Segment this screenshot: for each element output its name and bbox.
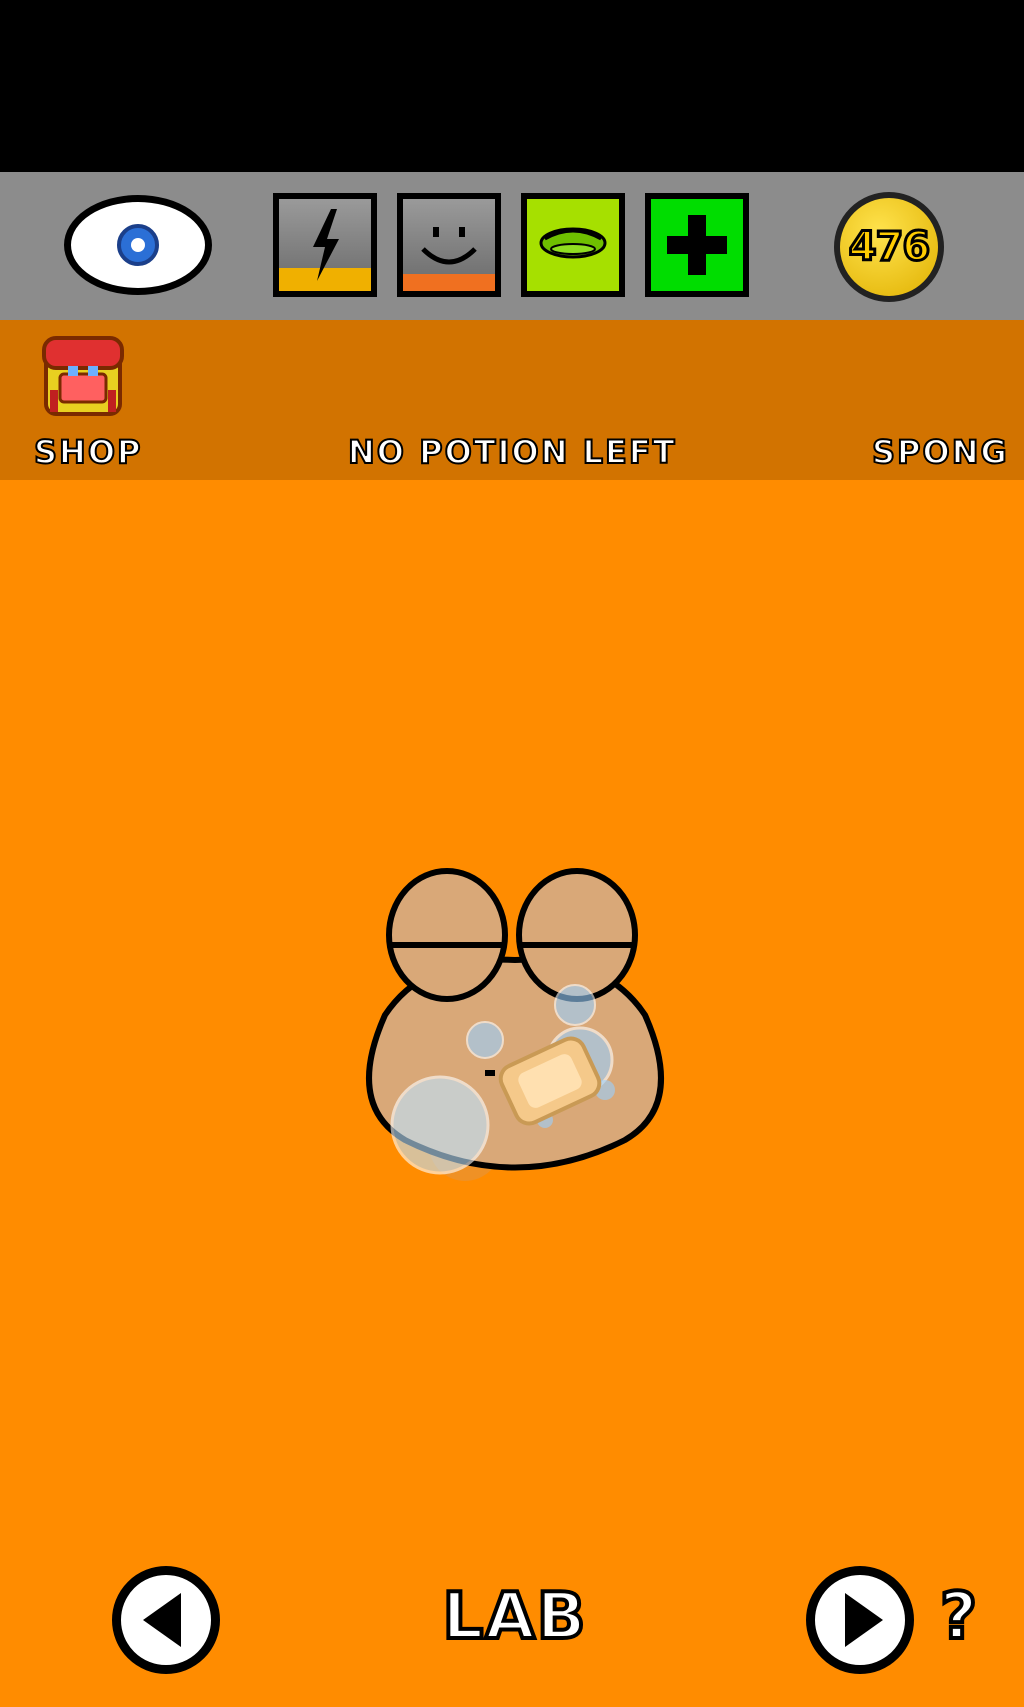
green-cross-icon bbox=[667, 215, 727, 275]
top-black-band bbox=[0, 0, 1024, 172]
previous-room-button[interactable] bbox=[112, 1566, 220, 1674]
coin-count: 476 bbox=[847, 223, 931, 272]
right-arrow-icon bbox=[845, 1593, 883, 1647]
room-title: LAB bbox=[440, 1578, 588, 1656]
lightning-bolt-icon bbox=[313, 209, 339, 281]
bottom-navigation: LAB ? bbox=[0, 1560, 1024, 1680]
game-screen: 476 SHOP NO POTION LEFT SPONG LAB ? bbox=[0, 0, 1024, 1707]
happiness-meter[interactable] bbox=[397, 193, 501, 297]
eye-view-button[interactable] bbox=[64, 195, 212, 295]
smiley-face-icon bbox=[421, 227, 477, 265]
potion-status-label: NO POTION LEFT bbox=[347, 432, 677, 472]
pou-pet[interactable] bbox=[355, 865, 675, 1185]
help-button[interactable]: ? bbox=[938, 1578, 979, 1656]
food-icon bbox=[539, 227, 607, 259]
shop-icon[interactable] bbox=[40, 330, 126, 422]
eye-icon bbox=[117, 224, 159, 266]
shop-label[interactable]: SHOP bbox=[33, 432, 142, 472]
next-room-button[interactable] bbox=[806, 1566, 914, 1674]
energy-meter[interactable] bbox=[273, 193, 377, 297]
left-arrow-icon bbox=[143, 1593, 181, 1647]
health-meter[interactable] bbox=[645, 193, 749, 297]
coin-counter[interactable]: 476 bbox=[834, 192, 944, 302]
hunger-meter[interactable] bbox=[521, 193, 625, 297]
sponge-label[interactable]: SPONG bbox=[871, 432, 1009, 472]
